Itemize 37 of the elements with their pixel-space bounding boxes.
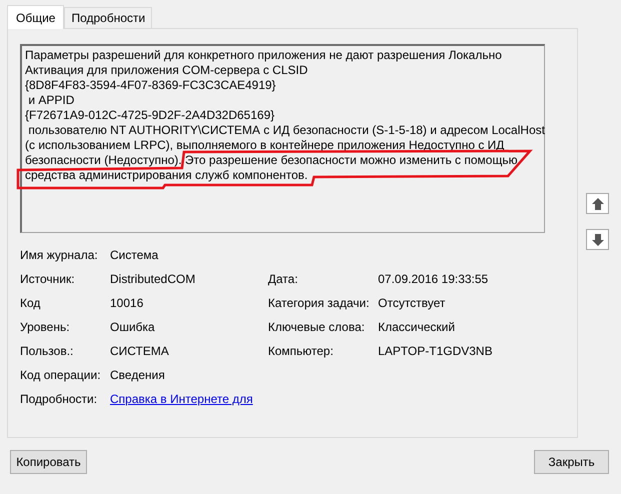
close-button[interactable]: Закрыть [534,450,609,474]
field-label: Подробности: [20,392,98,406]
field-label: Категория задачи: [268,296,370,310]
field-label: Пользов.: [20,344,74,358]
field-label: Код [20,296,40,310]
message-line: {F72671A9-012C-4725-9D2F-2A4D32D65169} [25,108,276,123]
field-value: Классический [378,320,455,334]
field-label: Дата: [268,272,298,286]
message-line: безопасности (Недоступно). Это разрешение безопасности можно изменить с помощью [25,153,518,168]
message-line: средства администрирования служб компонентов. [25,168,309,183]
field-value: Система [110,248,158,262]
field-value: DistributedCOM [110,272,196,286]
down-arrow-icon [590,232,604,246]
next-button[interactable] [586,229,609,250]
message-line: Параметры разрешений для конкретного приложения не дают разрешения Локально [25,48,503,63]
field-label: Имя журнала: [20,248,98,262]
tab[interactable]: Общие [7,5,64,29]
copy-button[interactable]: Копировать [10,450,87,474]
field-value: LAPTOP-T1GDV3NB [378,344,492,358]
field-label: Компьютер: [268,344,334,358]
field-label: Источник: [20,272,75,286]
up-arrow-icon [590,196,604,210]
message-line: {8D8F4F83-3594-4F07-8369-FC3C3CAE4919} [25,78,277,93]
field-value: Ошибка [110,320,155,334]
field-label: Уровень: [20,320,70,334]
field-value: Отсутствует [378,296,446,310]
previous-button[interactable] [586,193,609,214]
field-label: Код операции: [20,368,101,382]
tab[interactable]: Подробности [64,7,152,28]
message-line: Активация для приложения COM-сервера с CLSID [25,63,309,78]
field-label: Ключевые слова: [268,320,365,334]
field-value: СИСТЕМА [110,344,169,358]
message-line: и APPID [27,93,76,108]
field-value: 07.09.2016 19:33:55 [378,272,488,286]
field-value: Сведения [110,368,165,382]
help-link[interactable]: Справка в Интернете для [110,392,253,406]
field-value: 10016 [110,296,144,310]
